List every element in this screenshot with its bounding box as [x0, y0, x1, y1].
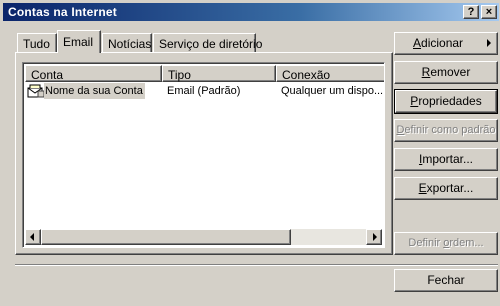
label-post: mportar... — [422, 152, 474, 166]
list-item[interactable]: Nome da sua Conta Email (Padrão) Qualque… — [25, 83, 383, 99]
separator — [15, 264, 498, 266]
account-name: Nome da sua Conta — [44, 83, 145, 99]
tab-noticias[interactable]: Notícias — [102, 33, 152, 53]
propriedades-button[interactable]: Propriedades — [394, 89, 498, 114]
fechar-button[interactable]: Fechar — [394, 269, 498, 292]
horizontal-scrollbar[interactable] — [25, 229, 382, 245]
tab-tudo[interactable]: Tudo — [17, 33, 57, 53]
account-connection: Qualquer um dispo... — [281, 85, 384, 97]
scroll-left-button[interactable] — [25, 229, 41, 245]
definir-como-padrao-button[interactable]: Definir como padrão — [394, 119, 498, 142]
importar-button[interactable]: Importar... — [394, 148, 498, 171]
title-bar[interactable]: Contas na Internet ? × — [3, 3, 499, 21]
mail-account-icon — [27, 83, 45, 99]
label-accel: A — [413, 36, 422, 50]
scroll-right-button[interactable] — [366, 229, 382, 245]
column-header-tipo[interactable]: Tipo — [162, 65, 276, 82]
adicionar-label: Adicionar — [413, 33, 463, 54]
label-post: emover — [430, 65, 471, 79]
column-header-conexao[interactable]: Conexão — [276, 65, 384, 82]
close-button[interactable]: × — [481, 5, 497, 19]
arrow-right-icon — [373, 233, 377, 241]
label-pre: Definir — [408, 237, 444, 249]
label-post: dicionar — [421, 36, 464, 50]
label-post: ropriedades — [418, 94, 482, 108]
account-type: Email (Padrão) — [167, 85, 241, 97]
accounts-list[interactable]: Conta Tipo Conexão Nome da sua Conta Ema… — [22, 62, 385, 248]
tab-servico-de-diretorio[interactable]: Serviço de diretório — [153, 33, 262, 53]
label-post: efinir como padrão — [404, 124, 496, 136]
window-title: Contas na Internet — [8, 5, 117, 19]
adicionar-button[interactable]: Adicionar — [394, 32, 498, 55]
definir-ordem-button[interactable]: Definir ordem... — [394, 232, 498, 255]
exportar-button[interactable]: Exportar... — [394, 177, 498, 200]
help-button[interactable]: ? — [463, 5, 479, 19]
remover-button[interactable]: Remover — [394, 61, 498, 84]
arrow-left-icon — [30, 233, 34, 241]
label-post: rdem... — [449, 237, 484, 249]
column-header-conta[interactable]: Conta — [25, 65, 162, 82]
scroll-thumb[interactable] — [41, 229, 291, 245]
label-post: xportar... — [426, 181, 474, 195]
submenu-arrow-icon — [487, 39, 491, 47]
tab-email[interactable]: Email — [57, 30, 101, 53]
list-header: Conta Tipo Conexão — [25, 65, 384, 82]
internet-accounts-dialog: Contas na Internet ? × Tudo Email Notíci… — [0, 0, 500, 306]
label-accel: E — [418, 181, 427, 195]
